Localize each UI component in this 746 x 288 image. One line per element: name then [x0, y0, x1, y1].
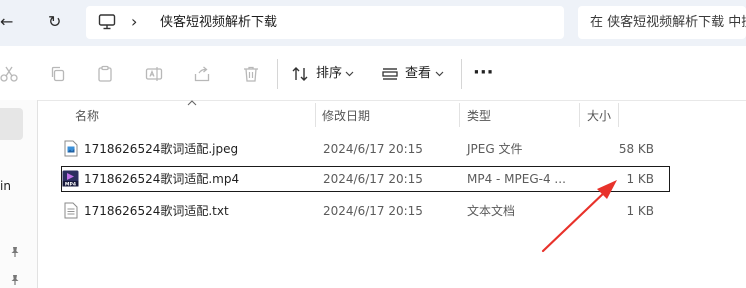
view-icon [382, 68, 398, 80]
address-bar[interactable] [86, 6, 564, 39]
sort-ascending-caret-icon [187, 100, 197, 106]
file-modified-date: 2024/6/17 20:15 [323, 204, 423, 218]
search-placeholder[interactable]: 在 侠客短视频解析下载 中搜索 [590, 13, 746, 33]
file-name[interactable]: 1718626524歌词适配.txt [84, 198, 229, 224]
sort-label: 排序 [316, 66, 343, 81]
file-name[interactable]: 1718626524歌词适配.jpeg [84, 136, 238, 162]
file-modified-date: 2024/6/17 20:15 [323, 142, 423, 156]
file-type: 文本文档 [467, 204, 516, 218]
chevron-down-icon [345, 71, 354, 77]
view-label: 查看 [405, 66, 432, 81]
column-divider[interactable] [459, 103, 460, 127]
file-size: 1 KB [626, 204, 654, 218]
toolbar-separator [277, 59, 278, 89]
breadcrumb-current-folder[interactable]: 侠客短视频解析下载 [160, 13, 277, 33]
paste-icon[interactable] [96, 65, 114, 83]
pin-icon[interactable] [9, 246, 21, 258]
column-divider[interactable] [618, 103, 619, 127]
refresh-icon[interactable]: ↻ [48, 12, 61, 32]
view-button[interactable]: 查看 [378, 61, 454, 87]
file-type: JPEG 文件 [467, 142, 523, 156]
file-size: 1 KB [626, 172, 654, 186]
chevron-down-icon [435, 71, 444, 77]
pin-icon[interactable] [9, 274, 21, 286]
rename-icon[interactable] [145, 65, 163, 83]
column-divider[interactable] [579, 103, 580, 127]
sort-button[interactable]: 排序 [288, 61, 362, 87]
column-header-name[interactable]: 名称 [75, 108, 99, 124]
file-modified-date: 2024/6/17 20:15 [323, 172, 423, 186]
jpeg-file-icon [64, 140, 78, 157]
more-options-icon[interactable]: ··· [473, 61, 494, 85]
column-header-type[interactable]: 类型 [467, 108, 491, 124]
breadcrumb-chevron-icon[interactable]: › [131, 12, 137, 32]
txt-file-icon [64, 202, 78, 219]
monitor-icon [98, 14, 116, 30]
file-name[interactable]: 1718626524歌词适配.mp4 [84, 166, 239, 192]
delete-icon[interactable] [242, 65, 260, 83]
cut-icon[interactable] [0, 65, 18, 83]
navigation-pane-item-label[interactable]: in [0, 178, 11, 194]
file-type: MP4 - MPEG-4 ... [467, 172, 566, 186]
column-divider[interactable] [315, 103, 316, 127]
toolbar-separator [461, 59, 462, 89]
column-header-modified[interactable]: 修改日期 [322, 108, 370, 124]
copy-icon[interactable] [49, 65, 67, 83]
sort-icon [292, 67, 308, 81]
column-header-size[interactable]: 大小 [587, 108, 611, 124]
back-arrow-icon[interactable]: ← [0, 12, 14, 32]
mp4-file-icon: MP4 [62, 170, 79, 187]
file-size: 58 KB [618, 142, 654, 156]
navigation-pane-selected-item[interactable] [0, 108, 23, 140]
share-icon[interactable] [193, 65, 211, 83]
svg-text:MP4: MP4 [65, 182, 76, 187]
